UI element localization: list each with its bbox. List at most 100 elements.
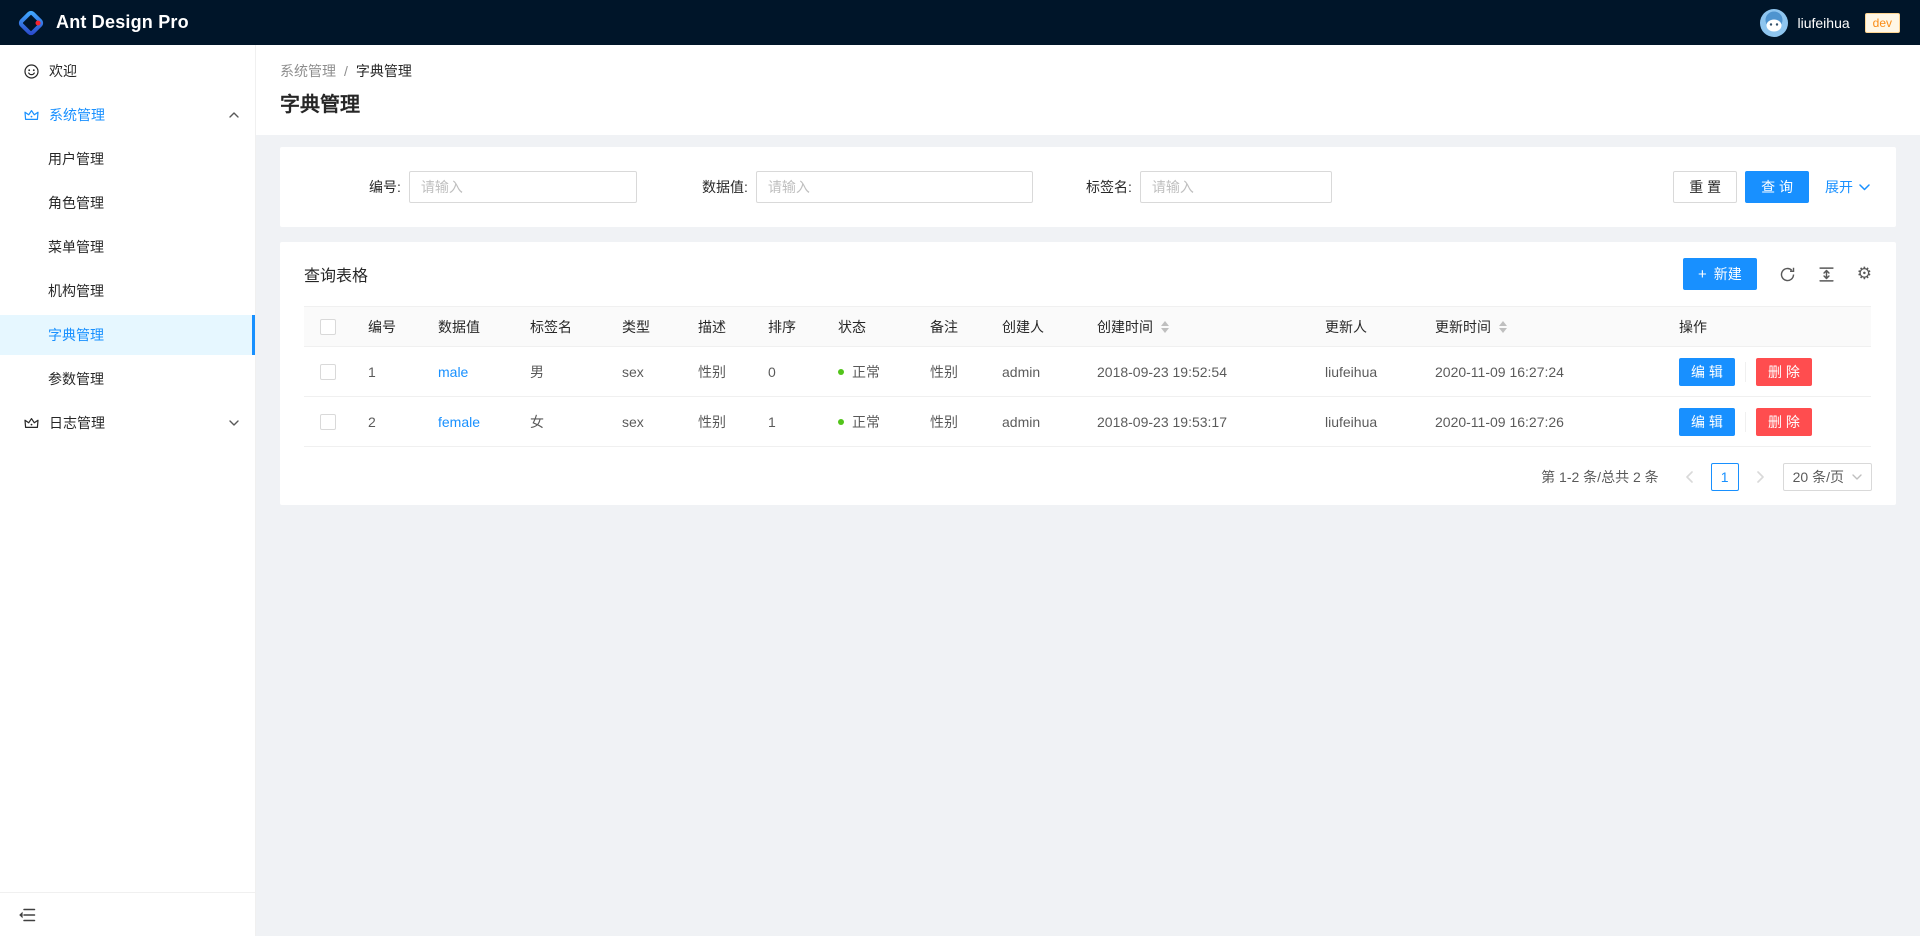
cell-creator: admin bbox=[986, 397, 1081, 447]
cell-remark: 性别 bbox=[914, 347, 986, 397]
sidebar-item-label: 用户管理 bbox=[48, 149, 104, 169]
sidebar-item-label: 参数管理 bbox=[48, 369, 104, 389]
filter-field-tag: 标签名: bbox=[1086, 171, 1332, 203]
smile-icon bbox=[24, 64, 39, 79]
breadcrumb-current: 字典管理 bbox=[356, 61, 412, 81]
col-value: 数据值 bbox=[422, 307, 514, 347]
table-title: 查询表格 bbox=[304, 262, 368, 286]
chevron-down-icon bbox=[1852, 474, 1862, 480]
value-link[interactable]: female bbox=[438, 414, 480, 430]
prev-page-icon[interactable] bbox=[1675, 463, 1703, 491]
edit-button[interactable]: 编 辑 bbox=[1679, 358, 1735, 386]
edit-button[interactable]: 编 辑 bbox=[1679, 408, 1735, 436]
col-updater: 更新人 bbox=[1309, 307, 1419, 347]
row-checkbox[interactable] bbox=[320, 364, 336, 380]
sidebar-item-welcome[interactable]: 欢迎 bbox=[0, 51, 255, 91]
page-size-label: 20 条/页 bbox=[1793, 467, 1844, 487]
sidebar-item-param-mgmt[interactable]: 参数管理 bbox=[0, 359, 255, 399]
sidebar-item-user-mgmt[interactable]: 用户管理 bbox=[0, 139, 255, 179]
sidebar-item-system-mgmt[interactable]: 系统管理 bbox=[0, 95, 255, 135]
col-status: 状态 bbox=[822, 307, 914, 347]
filter-actions: 重 置 查 询 展开 bbox=[1673, 171, 1870, 203]
menu-fold-icon[interactable] bbox=[18, 906, 36, 924]
cell-updated-at: 2020-11-09 16:27:24 bbox=[1419, 347, 1663, 397]
table-header-row: 编号 数据值 标签名 类型 描述 排序 状态 备注 创建人 创建时间 更新人 bbox=[304, 307, 1871, 347]
col-actions: 操作 bbox=[1663, 307, 1871, 347]
col-type: 类型 bbox=[606, 307, 682, 347]
delete-button[interactable]: 删 除 bbox=[1756, 358, 1812, 386]
cell-tag: 女 bbox=[514, 397, 606, 447]
sidebar-item-label: 系统管理 bbox=[49, 105, 105, 125]
sidebar: 欢迎 系统管理 用户管理 角色管理 菜单管理 机构管理 字典管理 参数管理 bbox=[0, 45, 256, 936]
col-creator: 创建人 bbox=[986, 307, 1081, 347]
pagination-total: 第 1-2 条/总共 2 条 bbox=[1541, 467, 1658, 487]
new-button[interactable]: + 新建 bbox=[1683, 258, 1757, 290]
col-tag: 标签名 bbox=[514, 307, 606, 347]
table-row: 2 female 女 sex 性别 1 正常 性别 admin 2018-09-… bbox=[304, 397, 1871, 447]
sidebar-item-label: 欢迎 bbox=[49, 61, 77, 81]
sidebar-menu: 欢迎 系统管理 用户管理 角色管理 菜单管理 机构管理 字典管理 参数管理 bbox=[0, 45, 255, 443]
sidebar-item-org-mgmt[interactable]: 机构管理 bbox=[0, 271, 255, 311]
tag-input[interactable] bbox=[1140, 171, 1332, 203]
row-checkbox[interactable] bbox=[320, 414, 336, 430]
breadcrumb-separator: / bbox=[344, 63, 348, 79]
settings-gear-icon[interactable]: ⚙ bbox=[1857, 266, 1872, 283]
cell-created-at: 2018-09-23 19:52:54 bbox=[1081, 347, 1309, 397]
row-actions: 编 辑 删 除 bbox=[1679, 358, 1855, 386]
ant-design-logo-icon bbox=[16, 8, 46, 38]
table-row: 1 male 男 sex 性别 0 正常 性别 admin 2018-09-23… bbox=[304, 347, 1871, 397]
sidebar-item-log-mgmt[interactable]: 日志管理 bbox=[0, 403, 255, 443]
sidebar-footer bbox=[0, 892, 255, 936]
sidebar-item-dict-mgmt[interactable]: 字典管理 bbox=[0, 315, 255, 355]
col-sort: 排序 bbox=[752, 307, 822, 347]
avatar[interactable] bbox=[1760, 9, 1788, 37]
crown-icon bbox=[24, 416, 39, 431]
cell-creator: admin bbox=[986, 347, 1081, 397]
col-id: 编号 bbox=[352, 307, 422, 347]
reset-button[interactable]: 重 置 bbox=[1673, 171, 1737, 203]
query-table-card: 查询表格 + 新建 ⚙ bbox=[280, 242, 1896, 505]
sidebar-item-menu-mgmt[interactable]: 菜单管理 bbox=[0, 227, 255, 267]
cell-desc: 性别 bbox=[682, 347, 752, 397]
app-logo-brand[interactable]: Ant Design Pro bbox=[16, 8, 189, 38]
filter-label-id: 编号: bbox=[369, 177, 401, 197]
cell-updater: liufeihua bbox=[1309, 397, 1419, 447]
cell-type: sex bbox=[606, 347, 682, 397]
filter-field-value: 数据值: bbox=[702, 171, 1033, 203]
value-input[interactable] bbox=[756, 171, 1033, 203]
chevron-down-icon bbox=[1859, 184, 1870, 191]
app-title: Ant Design Pro bbox=[56, 12, 189, 33]
page-header: 系统管理 / 字典管理 字典管理 bbox=[256, 45, 1920, 135]
next-page-icon[interactable] bbox=[1747, 463, 1775, 491]
page-number[interactable]: 1 bbox=[1711, 463, 1739, 491]
query-button[interactable]: 查 询 bbox=[1745, 171, 1809, 203]
reload-icon[interactable] bbox=[1779, 266, 1796, 283]
sorter-icon[interactable] bbox=[1161, 321, 1169, 333]
select-all-cell bbox=[304, 307, 352, 347]
sidebar-item-role-mgmt[interactable]: 角色管理 bbox=[0, 183, 255, 223]
delete-button[interactable]: 删 除 bbox=[1756, 408, 1812, 436]
table-toolbar: 查询表格 + 新建 ⚙ bbox=[280, 242, 1896, 306]
cell-type: sex bbox=[606, 397, 682, 447]
sorter-icon[interactable] bbox=[1499, 321, 1507, 333]
expand-toggle[interactable]: 展开 bbox=[1825, 177, 1870, 197]
value-link[interactable]: male bbox=[438, 364, 468, 380]
data-table: 编号 数据值 标签名 类型 描述 排序 状态 备注 创建人 创建时间 更新人 bbox=[304, 306, 1871, 447]
user-menu[interactable]: liufeihua dev bbox=[1760, 9, 1900, 37]
cell-created-at: 2018-09-23 19:53:17 bbox=[1081, 397, 1309, 447]
col-remark: 备注 bbox=[914, 307, 986, 347]
cell-sort: 1 bbox=[752, 397, 822, 447]
select-all-checkbox[interactable] bbox=[320, 319, 336, 335]
divider bbox=[1745, 362, 1746, 382]
status-badge: 正常 bbox=[838, 362, 880, 382]
status-badge: 正常 bbox=[838, 412, 880, 432]
id-input[interactable] bbox=[409, 171, 637, 203]
breadcrumb: 系统管理 / 字典管理 bbox=[280, 61, 1896, 81]
page-size-select[interactable]: 20 条/页 bbox=[1783, 463, 1872, 491]
cell-tag: 男 bbox=[514, 347, 606, 397]
column-height-icon[interactable] bbox=[1818, 266, 1835, 283]
filter-label-value: 数据值: bbox=[702, 177, 748, 197]
cell-updated-at: 2020-11-09 16:27:26 bbox=[1419, 397, 1663, 447]
breadcrumb-parent[interactable]: 系统管理 bbox=[280, 61, 336, 81]
sidebar-item-label: 日志管理 bbox=[49, 413, 105, 433]
